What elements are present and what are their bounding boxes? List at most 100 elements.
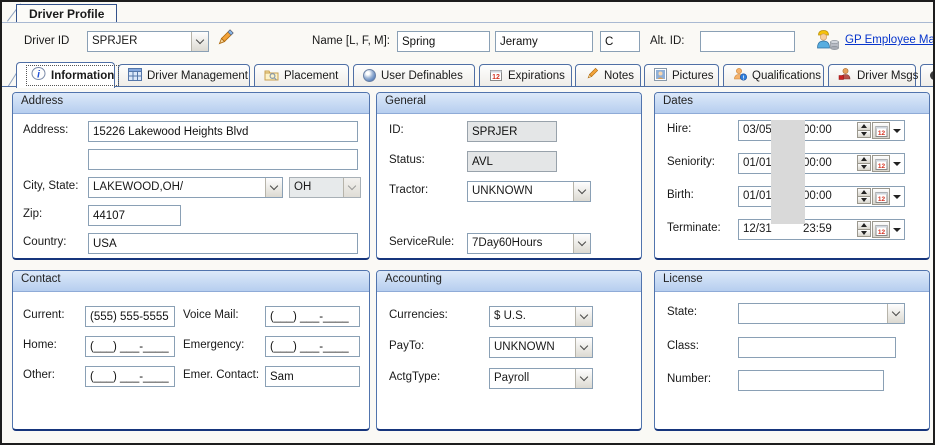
license-class-field[interactable]: [738, 337, 896, 358]
name-first-field[interactable]: [495, 31, 593, 52]
driver-id-value: SPRJER: [92, 35, 190, 47]
dates-group-header: Dates: [655, 93, 929, 114]
svg-text:i: i: [37, 70, 40, 81]
svg-text:12: 12: [877, 229, 885, 236]
seniority-calendar-button[interactable]: 12: [872, 155, 890, 172]
tab-label: Driver Msgs: [857, 70, 918, 82]
status-field: [467, 151, 557, 172]
terminate-spinner[interactable]: [857, 221, 871, 238]
address-line2-field[interactable]: [88, 149, 358, 170]
calendar-dropdown-caret[interactable]: [893, 228, 901, 232]
tab-information[interactable]: i Information: [16, 62, 115, 88]
birth-spinner[interactable]: [857, 188, 871, 205]
person-badge-icon: !: [733, 67, 747, 84]
voicemail-field[interactable]: [265, 306, 360, 327]
payto-combobox[interactable]: UNKNOWN: [489, 337, 593, 358]
alt-id-field[interactable]: [700, 31, 795, 52]
terminate-date-field[interactable]: 12/31 23:59 12: [738, 219, 905, 240]
state-combobox: OH: [289, 177, 361, 198]
seniority-spinner[interactable]: [857, 155, 871, 172]
svg-text:12: 12: [877, 196, 885, 203]
tab-partial-clipped[interactable]: [920, 64, 935, 87]
hire-calendar-button[interactable]: 12: [872, 122, 890, 139]
info-icon: i: [31, 67, 46, 84]
country-label: Country:: [23, 236, 66, 248]
chevron-down-icon: [270, 182, 278, 190]
driver-id-combobox[interactable]: SPRJER: [87, 31, 209, 52]
payto-dropdown-button[interactable]: [575, 338, 592, 357]
tab-qualifications[interactable]: ! Qualifications: [723, 64, 824, 87]
license-state-label: State:: [667, 306, 697, 318]
spin-down-button[interactable]: [857, 196, 871, 205]
tab-driver-management[interactable]: Driver Management: [118, 64, 250, 87]
arrow-up-icon: [861, 124, 867, 128]
actgtype-value: Payroll: [494, 372, 574, 384]
driver-id-dropdown-button[interactable]: [191, 32, 208, 51]
tab-placement[interactable]: Placement: [254, 64, 349, 87]
grid-icon: [128, 68, 142, 84]
tab-expirations[interactable]: 12 Expirations: [479, 64, 572, 87]
currencies-label: Currencies:: [389, 309, 448, 321]
license-number-field[interactable]: [738, 370, 884, 391]
birth-time-value: 00:00: [803, 190, 832, 202]
calendar-dropdown-caret[interactable]: [893, 195, 901, 199]
terminate-calendar-button[interactable]: 12: [872, 221, 890, 238]
address-line1-field[interactable]: [88, 121, 358, 142]
tab-driver-msgs[interactable]: Driver Msgs: [828, 64, 916, 87]
arrow-down-icon: [861, 231, 867, 235]
driver-profile-window: Driver Profile Driver ID SPRJER Name [L,…: [0, 0, 935, 445]
arrow-down-icon: [861, 132, 867, 136]
license-state-dropdown-button[interactable]: [887, 304, 904, 323]
home-phone-field[interactable]: [85, 336, 175, 357]
birth-calendar-button[interactable]: 12: [872, 188, 890, 205]
current-phone-label: Current:: [23, 309, 65, 321]
tab-user-definables[interactable]: User Definables: [353, 64, 475, 87]
spin-down-button[interactable]: [857, 163, 871, 172]
license-state-combobox[interactable]: [738, 303, 905, 324]
hire-date-field[interactable]: 03/05 00:00 12: [738, 120, 905, 141]
tractor-combobox[interactable]: UNKNOWN: [467, 181, 591, 202]
servicerule-combobox[interactable]: 7Day60Hours: [467, 233, 591, 254]
contact-groupbox: Contact Current: Voice Mail: Home: Emerg…: [12, 270, 370, 431]
state-value: OH: [294, 181, 342, 193]
tab-driver-profile[interactable]: Driver Profile: [16, 4, 117, 22]
spin-down-button[interactable]: [857, 130, 871, 139]
edit-pencil-icon[interactable]: [215, 28, 235, 51]
license-groupbox: License State: Class: Number:: [654, 270, 930, 431]
zip-field[interactable]: [88, 205, 181, 226]
city-state-dropdown-button[interactable]: [265, 178, 282, 197]
birth-date-field[interactable]: 01/01 00:00 12: [738, 186, 905, 207]
name-label: Name [L, F, M]:: [302, 35, 390, 47]
currencies-dropdown-button[interactable]: [575, 307, 592, 326]
address-group-header: Address: [13, 93, 369, 114]
calendar-dropdown-caret[interactable]: [893, 129, 901, 133]
currencies-combobox[interactable]: $ U.S.: [489, 306, 593, 327]
actgtype-dropdown-button[interactable]: [575, 369, 592, 388]
tab-label: Notes: [604, 70, 634, 82]
tab-pictures[interactable]: Pictures: [644, 64, 719, 87]
tab-notes[interactable]: Notes: [575, 64, 641, 87]
calendar-icon: 12: [489, 68, 503, 84]
current-phone-field[interactable]: [85, 306, 175, 327]
accounting-group-header: Accounting: [377, 271, 641, 292]
spin-down-button[interactable]: [857, 229, 871, 238]
gp-employee-maintenance-link[interactable]: GP Employee Mainte: [845, 34, 935, 46]
emer-contact-field[interactable]: [265, 366, 360, 387]
calendar-dropdown-caret[interactable]: [893, 162, 901, 166]
seniority-date-field[interactable]: 01/01 00:00 12: [738, 153, 905, 174]
city-state-combobox[interactable]: LAKEWOOD,OH/: [88, 177, 283, 198]
emergency-phone-field[interactable]: [265, 336, 360, 357]
address-label: Address:: [23, 124, 68, 136]
tractor-dropdown-button[interactable]: [573, 182, 590, 201]
redaction-overlay: [771, 120, 805, 224]
country-field[interactable]: [88, 233, 358, 254]
calendar-icon: 12: [875, 125, 888, 137]
name-last-field[interactable]: [397, 31, 490, 52]
svg-text:12: 12: [492, 74, 500, 81]
actgtype-combobox[interactable]: Payroll: [489, 368, 593, 389]
other-phone-field[interactable]: [85, 366, 175, 387]
name-middle-field[interactable]: [600, 31, 640, 52]
servicerule-dropdown-button[interactable]: [573, 234, 590, 253]
globe-icon: [363, 69, 376, 82]
hire-spinner[interactable]: [857, 122, 871, 139]
